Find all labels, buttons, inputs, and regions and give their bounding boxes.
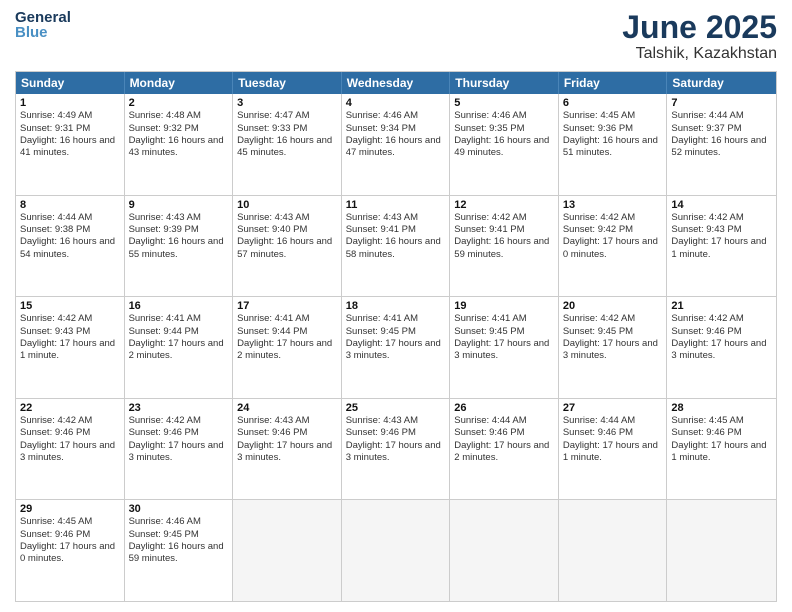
cal-day-4: 4Sunrise: 4:46 AMSunset: 9:34 PMDaylight… [342,94,451,195]
cal-day-25: 25Sunrise: 4:43 AMSunset: 9:46 PMDayligh… [342,399,451,500]
cal-day-23: 23Sunrise: 4:42 AMSunset: 9:46 PMDayligh… [125,399,234,500]
header-saturday: Saturday [667,72,776,94]
cal-day-28: 28Sunrise: 4:45 AMSunset: 9:46 PMDayligh… [667,399,776,500]
cal-day-8: 8Sunrise: 4:44 AMSunset: 9:38 PMDaylight… [16,196,125,297]
cal-week-5: 29Sunrise: 4:45 AMSunset: 9:46 PMDayligh… [16,500,776,601]
cal-day-13: 13Sunrise: 4:42 AMSunset: 9:42 PMDayligh… [559,196,668,297]
header: General Blue June 2025 Talshik, Kazakhst… [15,10,777,63]
cal-day-14: 14Sunrise: 4:42 AMSunset: 9:43 PMDayligh… [667,196,776,297]
cal-day-27: 27Sunrise: 4:44 AMSunset: 9:46 PMDayligh… [559,399,668,500]
calendar: Sunday Monday Tuesday Wednesday Thursday… [15,71,777,602]
cal-week-2: 8Sunrise: 4:44 AMSunset: 9:38 PMDaylight… [16,196,776,298]
cal-day-1: 1Sunrise: 4:49 AMSunset: 9:31 PMDaylight… [16,94,125,195]
cal-day-10: 10Sunrise: 4:43 AMSunset: 9:40 PMDayligh… [233,196,342,297]
cal-day-2: 2Sunrise: 4:48 AMSunset: 9:32 PMDaylight… [125,94,234,195]
calendar-body: 1Sunrise: 4:49 AMSunset: 9:31 PMDaylight… [16,94,776,601]
header-wednesday: Wednesday [342,72,451,94]
cal-day-7: 7Sunrise: 4:44 AMSunset: 9:37 PMDaylight… [667,94,776,195]
header-tuesday: Tuesday [233,72,342,94]
cal-day-21: 21Sunrise: 4:42 AMSunset: 9:46 PMDayligh… [667,297,776,398]
cal-day-26: 26Sunrise: 4:44 AMSunset: 9:46 PMDayligh… [450,399,559,500]
cal-day-empty [559,500,668,601]
cal-day-17: 17Sunrise: 4:41 AMSunset: 9:44 PMDayligh… [233,297,342,398]
cal-day-5: 5Sunrise: 4:46 AMSunset: 9:35 PMDaylight… [450,94,559,195]
cal-day-29: 29Sunrise: 4:45 AMSunset: 9:46 PMDayligh… [16,500,125,601]
cal-day-24: 24Sunrise: 4:43 AMSunset: 9:46 PMDayligh… [233,399,342,500]
title-block: June 2025 Talshik, Kazakhstan [622,10,777,63]
cal-day-19: 19Sunrise: 4:41 AMSunset: 9:45 PMDayligh… [450,297,559,398]
cal-day-18: 18Sunrise: 4:41 AMSunset: 9:45 PMDayligh… [342,297,451,398]
cal-day-30: 30Sunrise: 4:46 AMSunset: 9:45 PMDayligh… [125,500,234,601]
cal-day-9: 9Sunrise: 4:43 AMSunset: 9:39 PMDaylight… [125,196,234,297]
cal-day-empty [233,500,342,601]
title-month: June 2025 [622,10,777,45]
logo: General Blue [15,10,45,38]
title-location: Talshik, Kazakhstan [622,45,777,63]
cal-day-12: 12Sunrise: 4:42 AMSunset: 9:41 PMDayligh… [450,196,559,297]
cal-day-empty [450,500,559,601]
header-thursday: Thursday [450,72,559,94]
header-sunday: Sunday [16,72,125,94]
cal-week-4: 22Sunrise: 4:42 AMSunset: 9:46 PMDayligh… [16,399,776,501]
cal-day-22: 22Sunrise: 4:42 AMSunset: 9:46 PMDayligh… [16,399,125,500]
page: General Blue June 2025 Talshik, Kazakhst… [0,0,792,612]
cal-day-empty [667,500,776,601]
cal-day-3: 3Sunrise: 4:47 AMSunset: 9:33 PMDaylight… [233,94,342,195]
cal-day-20: 20Sunrise: 4:42 AMSunset: 9:45 PMDayligh… [559,297,668,398]
cal-week-1: 1Sunrise: 4:49 AMSunset: 9:31 PMDaylight… [16,94,776,196]
cal-day-empty [342,500,451,601]
cal-day-11: 11Sunrise: 4:43 AMSunset: 9:41 PMDayligh… [342,196,451,297]
cal-week-3: 15Sunrise: 4:42 AMSunset: 9:43 PMDayligh… [16,297,776,399]
cal-day-15: 15Sunrise: 4:42 AMSunset: 9:43 PMDayligh… [16,297,125,398]
header-friday: Friday [559,72,668,94]
cal-day-16: 16Sunrise: 4:41 AMSunset: 9:44 PMDayligh… [125,297,234,398]
header-monday: Monday [125,72,234,94]
cal-day-6: 6Sunrise: 4:45 AMSunset: 9:36 PMDaylight… [559,94,668,195]
calendar-header: Sunday Monday Tuesday Wednesday Thursday… [16,72,776,94]
